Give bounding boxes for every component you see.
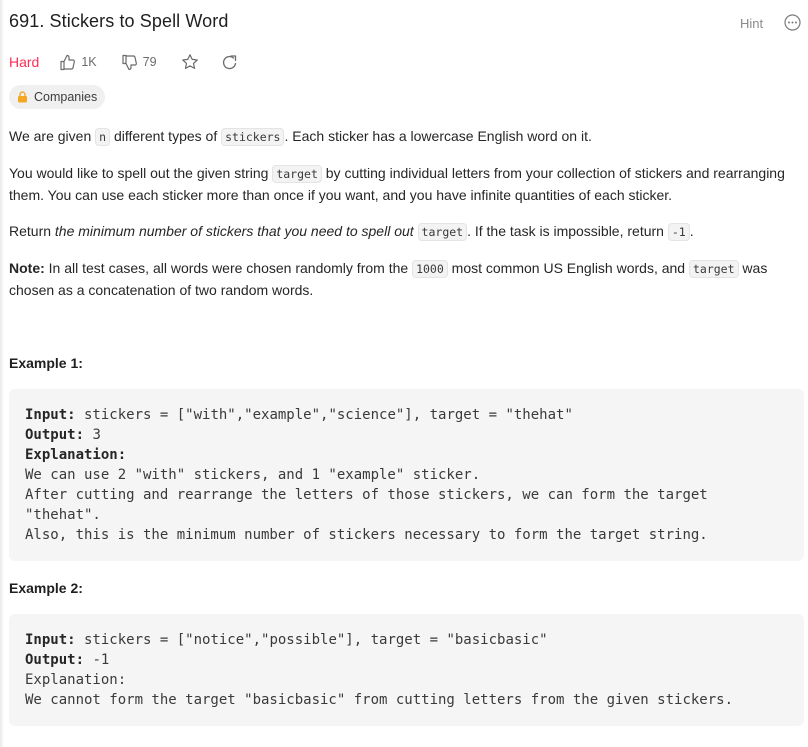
dislike-count: 79 (142, 55, 157, 69)
difficulty-badge: Hard (9, 54, 40, 70)
thumbs-up-icon (60, 54, 76, 70)
companies-label: Companies (34, 90, 98, 104)
like-count: 1K (81, 55, 97, 69)
more-icon[interactable] (784, 14, 801, 31)
share-button[interactable] (221, 54, 238, 71)
description-paragraph-1: We are given n different types of sticke… (9, 128, 592, 146)
description-paragraph-2: You would like to spell out the given st… (9, 165, 785, 203)
thumbs-down-icon (122, 54, 137, 70)
inline-code: target (688, 260, 739, 278)
example-2-heading: Example 2: (9, 580, 83, 596)
companies-tag[interactable]: Companies (9, 85, 106, 109)
problem-meta-row: Hard 1K 79 (9, 52, 260, 72)
favorite-button[interactable] (181, 53, 199, 71)
like-button[interactable]: 1K (59, 54, 97, 71)
inline-code: 1000 (412, 260, 448, 278)
dislike-button[interactable]: 79 (121, 54, 157, 71)
note-label: Note: (9, 260, 45, 276)
inline-code: stickers (221, 128, 285, 146)
problem-title[interactable]: 691. Stickers to Spell Word (9, 11, 228, 32)
inline-code: n (95, 128, 111, 146)
example-2-block: Input: stickers = ["notice","possible"],… (9, 614, 804, 726)
example-1-heading: Example 1: (9, 355, 83, 371)
description-paragraph-3: Return the minimum number of stickers th… (9, 223, 694, 241)
inline-code: target (272, 165, 322, 183)
hint-button[interactable]: Hint (740, 16, 763, 31)
star-icon (181, 54, 198, 69)
panel-edge (0, 0, 4, 747)
example-1-block: Input: stickers = ["with","example","sci… (9, 389, 804, 561)
description-note: Note: In all test cases, all words were … (9, 260, 768, 298)
inline-code: -1 (667, 223, 690, 241)
inline-code: target (417, 223, 468, 241)
share-icon (222, 54, 236, 69)
lock-icon (18, 91, 27, 103)
